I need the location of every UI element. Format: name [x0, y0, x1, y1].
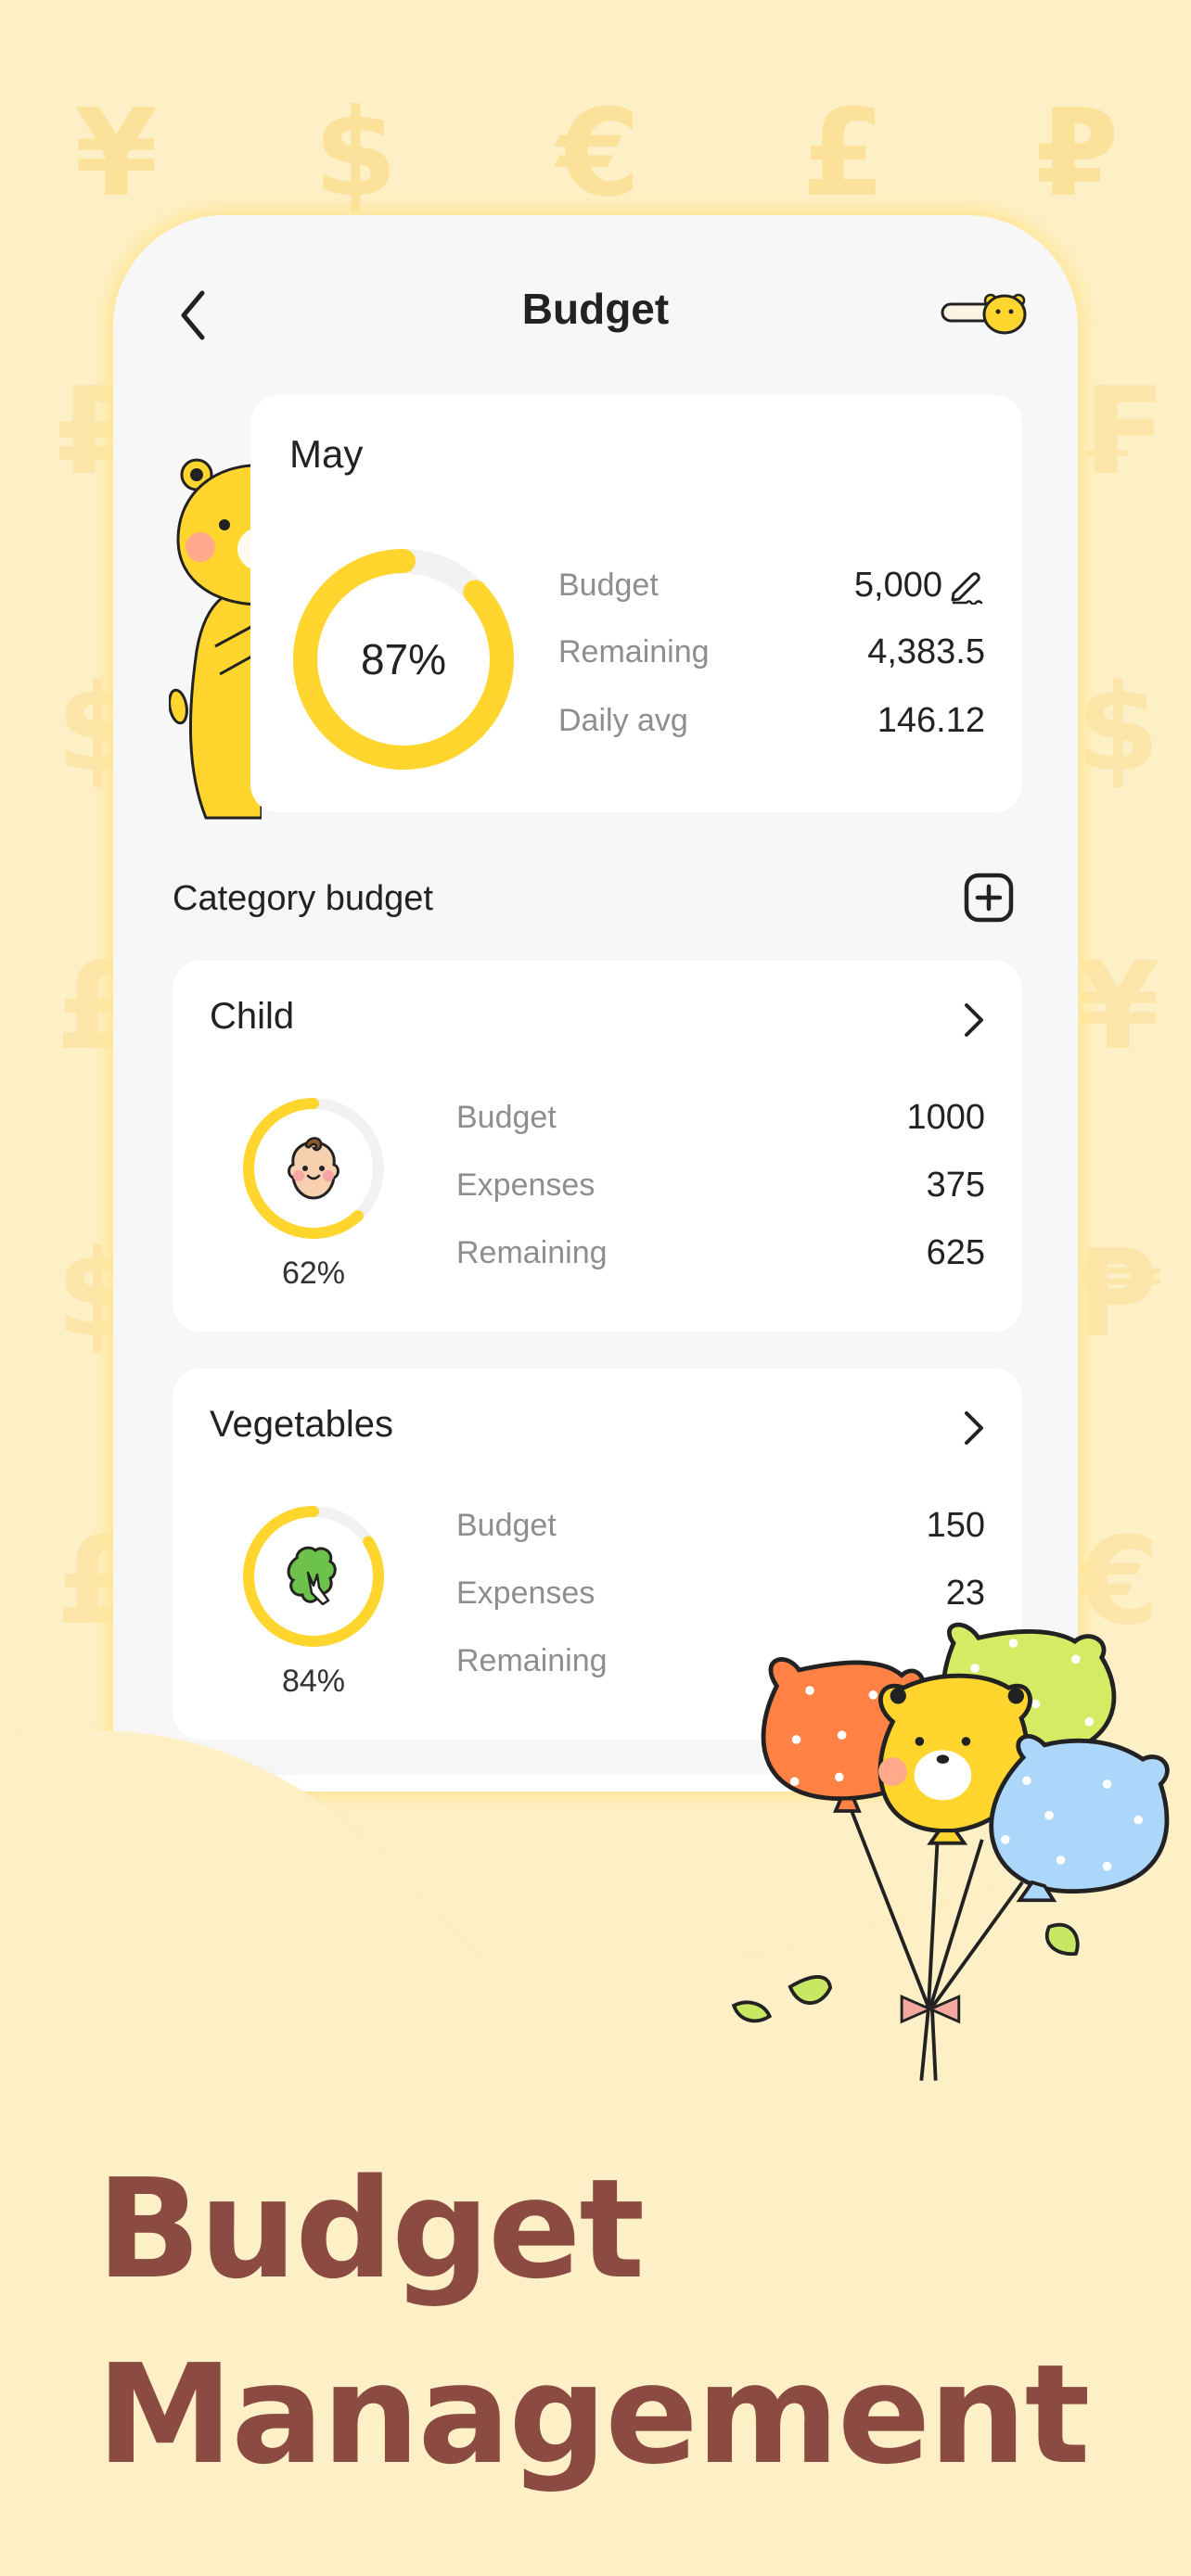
category-row-expenses: Expenses 375 — [456, 1166, 985, 1205]
stat-value: 150 — [926, 1506, 985, 1545]
stat-label: Expenses — [456, 1575, 596, 1611]
category-name: Child — [210, 996, 295, 1037]
currency-decoration: $ — [1076, 657, 1160, 798]
dollar-symbol-decoration: $ — [314, 83, 398, 223]
baby-face-icon — [288, 1137, 339, 1200]
month-summary-card: May 87% Budget 5,000 Remaining 4,383.5 D… — [250, 395, 1022, 812]
stat-label: Remaining — [558, 634, 710, 670]
budget-amount: 5,000 — [853, 566, 942, 605]
stat-value: 375 — [926, 1166, 985, 1205]
pound-symbol-decoration: £ — [801, 83, 886, 223]
euro-symbol-decoration: € — [557, 83, 641, 223]
blue-balloon — [989, 1734, 1170, 1903]
ruble-symbol-decoration: ₽ — [1035, 83, 1120, 223]
category-percent: 84% — [281, 1664, 346, 1699]
budget-percent: 87% — [360, 635, 447, 683]
currency-decoration: ₣ — [1076, 361, 1160, 502]
category-card-child[interactable]: Child 62% Budget 1000 Expenses 375 Remai… — [173, 961, 1022, 1332]
stat-value: 4,383.5 — [867, 632, 985, 671]
month-label: May — [289, 432, 364, 476]
stat-label: Budget — [456, 1100, 557, 1135]
stat-value: 1000 — [906, 1098, 985, 1137]
stat-label: Budget — [558, 567, 659, 603]
category-row-remaining: Remaining 625 — [456, 1233, 985, 1273]
yen-symbol-decoration: ¥ — [74, 83, 159, 223]
stat-value: 625 — [926, 1233, 985, 1272]
category-percent: 62% — [281, 1256, 346, 1291]
vegetable-icon — [287, 1546, 337, 1606]
category-name: Vegetables — [210, 1404, 393, 1445]
stat-value: 5,000 — [854, 566, 985, 606]
page-title: Budget — [521, 285, 670, 333]
nav-bar: Budget — [113, 215, 1078, 401]
stat-label: Remaining — [456, 1235, 608, 1270]
edit-pen-icon[interactable] — [948, 567, 985, 605]
category-budget-title: Category budget — [173, 879, 433, 918]
stat-label: Daily avg — [558, 703, 688, 738]
stat-label: Remaining — [456, 1643, 608, 1678]
currency-decoration: ¥ — [1076, 936, 1160, 1077]
phone-screen: Budget May 87% Budget 5,000 Remaining 4,… — [113, 215, 1078, 1792]
currency-decoration: ₱ — [1076, 1223, 1160, 1364]
stat-label: Expenses — [456, 1167, 596, 1203]
stat-value: 146.12 — [877, 701, 985, 740]
summary-row-daily-avg: Daily avg 146.12 — [558, 701, 985, 741]
headline-line-2: Management — [96, 2335, 1090, 2494]
bear-toggle-icon[interactable] — [939, 289, 1031, 336]
add-square-icon[interactable] — [963, 872, 1015, 924]
stat-label: Budget — [456, 1508, 557, 1543]
peeking-bear-illustration — [169, 458, 262, 820]
summary-row-budget: Budget 5,000 — [558, 566, 985, 606]
category-row-budget: Budget 150 — [456, 1506, 985, 1546]
chevron-right-icon[interactable] — [959, 1000, 987, 1040]
category-row-budget: Budget 1000 — [456, 1098, 985, 1138]
headline-line-1: Budget — [96, 2149, 645, 2309]
bear-balloons-illustration — [731, 1622, 1170, 2081]
chevron-right-icon[interactable] — [959, 1408, 987, 1448]
summary-row-remaining: Remaining 4,383.5 — [558, 632, 985, 672]
